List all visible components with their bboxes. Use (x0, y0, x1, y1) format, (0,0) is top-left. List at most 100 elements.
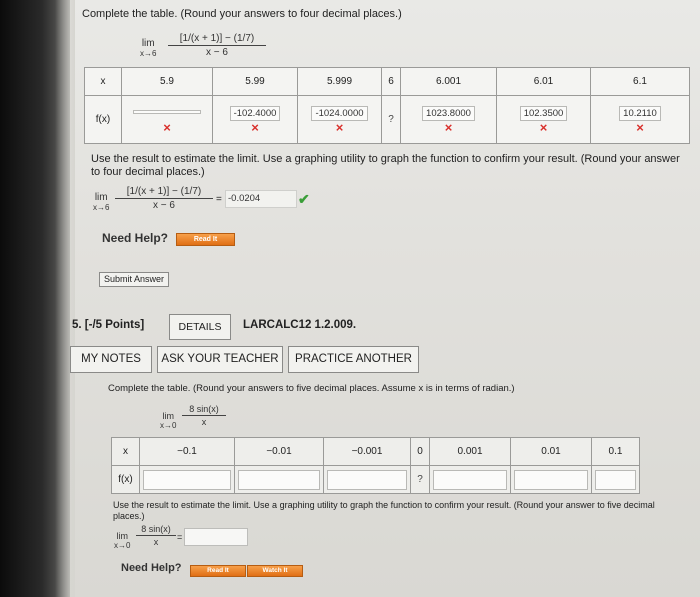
incorrect-icon: × (163, 119, 171, 135)
estimate-input[interactable] (184, 528, 248, 546)
fx-cell-undefined: ? (410, 465, 430, 494)
lim-word: lim (141, 38, 155, 49)
my-notes-button[interactable]: MY NOTES (70, 346, 152, 373)
x-cell: 0.001 (429, 437, 511, 466)
fraction-denominator: x (201, 417, 207, 427)
x-cell: 6 (381, 67, 401, 96)
need-help-label: Need Help? (102, 231, 169, 245)
fx-cell (429, 465, 511, 494)
fx-cell (139, 465, 235, 494)
submit-answer-button[interactable]: Submit Answer (99, 272, 169, 287)
estimate-input[interactable]: -0.0204 (225, 190, 297, 208)
x-cell: 5.9 (121, 67, 213, 96)
lim-subscript: x→0 (114, 541, 131, 550)
answer-input[interactable]: -102.4000 (229, 105, 281, 121)
answer-input[interactable]: 10.2110 (619, 105, 661, 121)
fraction-numerator: 8 sin(x) (182, 404, 226, 416)
watch-it-button[interactable]: Watch It (247, 565, 303, 577)
answer-input[interactable] (327, 469, 407, 490)
fraction-numerator: [1/(x + 1)] − (1/7) (115, 186, 213, 199)
correct-check-icon: ✔ (298, 191, 310, 207)
q5-header: 5. [-/5 Points] (72, 319, 145, 331)
read-it-button[interactable]: Read It (190, 565, 246, 577)
answer-input[interactable] (133, 109, 201, 114)
fraction-denominator: x − 6 (153, 200, 175, 211)
x-cell: 6.01 (496, 67, 591, 96)
need-help-label: Need Help? (121, 562, 182, 574)
fraction-denominator: x − 6 (206, 47, 228, 58)
q4-limit: lim x→6 (140, 39, 156, 59)
q5-limit-2: lim x→0 (114, 531, 130, 551)
answer-input[interactable] (514, 469, 588, 490)
lim-subscript: x→6 (93, 203, 110, 212)
q4-fraction-2: [1/(x + 1)] − (1/7) x − 6 (115, 186, 213, 211)
fx-cell (323, 465, 411, 494)
x-cell: 6.1 (590, 67, 690, 96)
q4-table: x 5.9 5.99 5.999 6 6.001 6.01 6.1 f(x) ×… (84, 67, 690, 144)
q5-table: x −0.1 −0.01 −0.001 0 0.001 0.01 0.1 f(x… (111, 437, 640, 494)
x-cell: 0.1 (591, 437, 640, 466)
answer-input[interactable]: -1024.0000 (311, 105, 368, 121)
q4-instruction: Complete the table. (Round your answers … (82, 8, 402, 20)
fraction-denominator: x (153, 537, 159, 547)
x-row: x −0.1 −0.01 −0.001 0 0.001 0.01 0.1 (111, 437, 640, 466)
problem-code: LARCALC12 1.2.009. (243, 319, 357, 331)
fx-cell: 102.3500 × (496, 95, 591, 144)
x-cell: 5.999 (297, 67, 382, 96)
answer-input[interactable]: 1023.8000 (422, 105, 475, 121)
incorrect-icon: × (251, 119, 259, 135)
x-label-cell: x (111, 437, 140, 466)
fx-label-cell: f(x) (111, 465, 140, 494)
x-cell: 0 (410, 437, 430, 466)
fx-row: f(x) × -102.4000 × -1024.0000 × ? 1023.8… (84, 95, 690, 144)
read-it-button[interactable]: Read It (176, 233, 235, 246)
x-cell: −0.01 (234, 437, 324, 466)
incorrect-icon: × (539, 119, 548, 135)
x-cell: −0.1 (139, 437, 235, 466)
fx-cell: -102.4000 × (212, 95, 298, 144)
answer-input[interactable] (595, 469, 636, 490)
lim-word: lim (94, 192, 108, 203)
q5-estimate-instruction: Use the result to estimate the limit. Us… (113, 500, 655, 521)
equals-sign: = (216, 194, 222, 205)
fx-label-cell: f(x) (84, 95, 122, 144)
incorrect-icon: × (444, 119, 453, 135)
x-cell: 6.001 (400, 67, 497, 96)
q5-fraction-2: 8 sin(x) x (136, 524, 176, 547)
answer-input[interactable] (433, 469, 507, 490)
fx-cell: -1024.0000 × (297, 95, 382, 144)
answer-input[interactable]: 102.3500 (519, 105, 568, 121)
fraction-numerator: 8 sin(x) (136, 524, 176, 536)
fx-row: f(x) ? (111, 465, 640, 494)
details-button[interactable]: DETAILS (169, 314, 231, 340)
q5-fraction: 8 sin(x) x (182, 404, 226, 427)
equals-sign: = (177, 532, 183, 542)
x-cell: 0.01 (510, 437, 592, 466)
lim-subscript: x→6 (140, 49, 157, 58)
fx-cell-undefined: ? (381, 95, 401, 144)
lim-word: lim (162, 411, 174, 421)
fx-cell (591, 465, 640, 494)
fx-cell (510, 465, 592, 494)
q5-limit: lim x→0 (160, 411, 176, 431)
incorrect-icon: × (335, 119, 344, 135)
x-cell: 5.99 (212, 67, 298, 96)
lim-word: lim (116, 531, 128, 541)
q4-estimate-instruction: Use the result to estimate the limit. Us… (91, 153, 680, 178)
answer-input[interactable] (238, 469, 320, 490)
q4-limit-2: lim x→6 (93, 193, 109, 213)
fx-cell: 1023.8000 × (400, 95, 497, 144)
incorrect-icon: × (636, 119, 644, 135)
q4-fraction: [1/(x + 1)] − (1/7) x − 6 (168, 33, 266, 58)
fx-cell: 10.2110 × (590, 95, 690, 144)
bezel-shadow (55, 0, 75, 597)
practice-another-button[interactable]: PRACTICE ANOTHER (288, 346, 419, 373)
fx-cell: × (121, 95, 213, 144)
q5-instruction: Complete the table. (Round your answers … (108, 383, 515, 394)
x-cell: −0.001 (323, 437, 411, 466)
ask-teacher-button[interactable]: ASK YOUR TEACHER (157, 346, 283, 373)
answer-input[interactable] (143, 469, 231, 490)
fx-cell (234, 465, 324, 494)
lim-subscript: x→0 (160, 421, 177, 430)
x-row: x 5.9 5.99 5.999 6 6.001 6.01 6.1 (84, 67, 690, 96)
